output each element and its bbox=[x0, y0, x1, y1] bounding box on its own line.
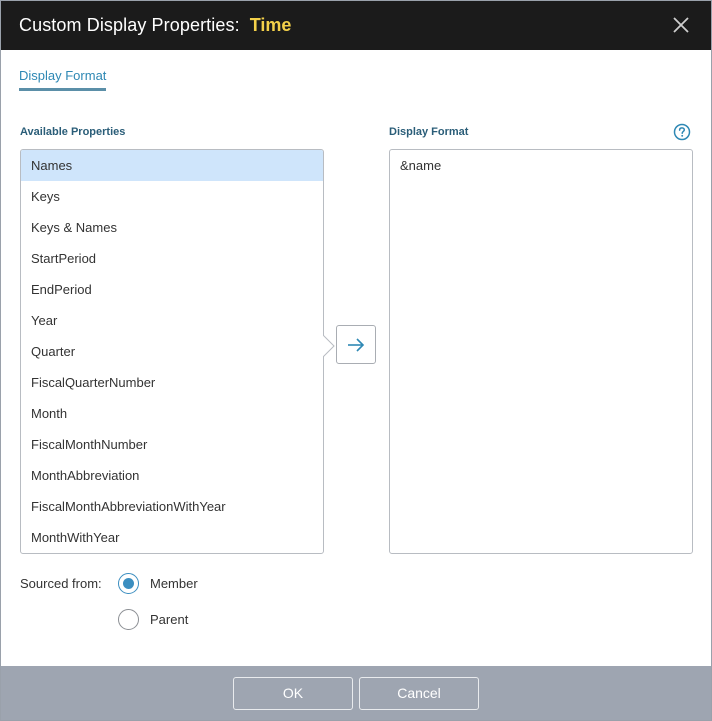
close-button[interactable] bbox=[671, 15, 691, 35]
member-radio[interactable] bbox=[118, 573, 139, 594]
list-item-fiscalmonthabbreviationwithyear[interactable]: FiscalMonthAbbreviationWithYear bbox=[21, 491, 323, 522]
sourced-from-label: Sourced from: bbox=[20, 576, 102, 591]
ok-button[interactable]: OK bbox=[233, 677, 353, 710]
tab-display-format[interactable]: Display Format bbox=[19, 68, 107, 91]
parent-radio[interactable] bbox=[118, 609, 139, 630]
list-item-keys[interactable]: Keys bbox=[21, 181, 323, 212]
list-item-monthabbreviation[interactable]: MonthAbbreviation bbox=[21, 460, 323, 491]
arrow-right-icon bbox=[348, 337, 365, 352]
list-item-endperiod[interactable]: EndPeriod bbox=[21, 274, 323, 305]
list-item-month[interactable]: Month bbox=[21, 398, 323, 429]
list-item-monthwithyear[interactable]: MonthWithYear bbox=[21, 522, 323, 553]
tab-strip: Display Format bbox=[19, 67, 107, 91]
available-properties-label: Available Properties bbox=[20, 126, 126, 138]
dialog-footer: OK Cancel bbox=[1, 666, 711, 720]
close-icon bbox=[673, 17, 689, 33]
member-radio-label[interactable]: Member bbox=[150, 576, 198, 591]
dialog-title: Custom Display Properties: bbox=[19, 15, 240, 35]
list-item-fiscalmonthnumber[interactable]: FiscalMonthNumber bbox=[21, 429, 323, 460]
dialog-title-dimension: Time bbox=[249, 15, 292, 35]
help-icon bbox=[673, 123, 691, 141]
parent-radio-label[interactable]: Parent bbox=[150, 612, 188, 627]
list-item-startperiod[interactable]: StartPeriod bbox=[21, 243, 323, 274]
list-item-year[interactable]: Year bbox=[21, 305, 323, 336]
display-format-textarea[interactable]: &name bbox=[389, 149, 693, 554]
list-item-names[interactable]: Names bbox=[21, 150, 323, 181]
help-button[interactable] bbox=[673, 123, 691, 141]
add-property-button[interactable] bbox=[336, 325, 376, 364]
custom-display-properties-dialog: Custom Display Properties: Time Display … bbox=[0, 0, 712, 721]
display-format-label: Display Format bbox=[389, 126, 469, 138]
list-item-fiscalquarternumber[interactable]: FiscalQuarterNumber bbox=[21, 367, 323, 398]
cancel-button[interactable]: Cancel bbox=[359, 677, 479, 710]
available-properties-list[interactable]: Names Keys Keys & Names StartPeriod EndPerio… bbox=[20, 149, 324, 554]
title-bar: Custom Display Properties: Time bbox=[1, 1, 711, 50]
list-item-quarter[interactable]: Quarter bbox=[21, 336, 323, 367]
selection-pointer bbox=[323, 335, 335, 357]
list-item-keys-names[interactable]: Keys & Names bbox=[21, 212, 323, 243]
